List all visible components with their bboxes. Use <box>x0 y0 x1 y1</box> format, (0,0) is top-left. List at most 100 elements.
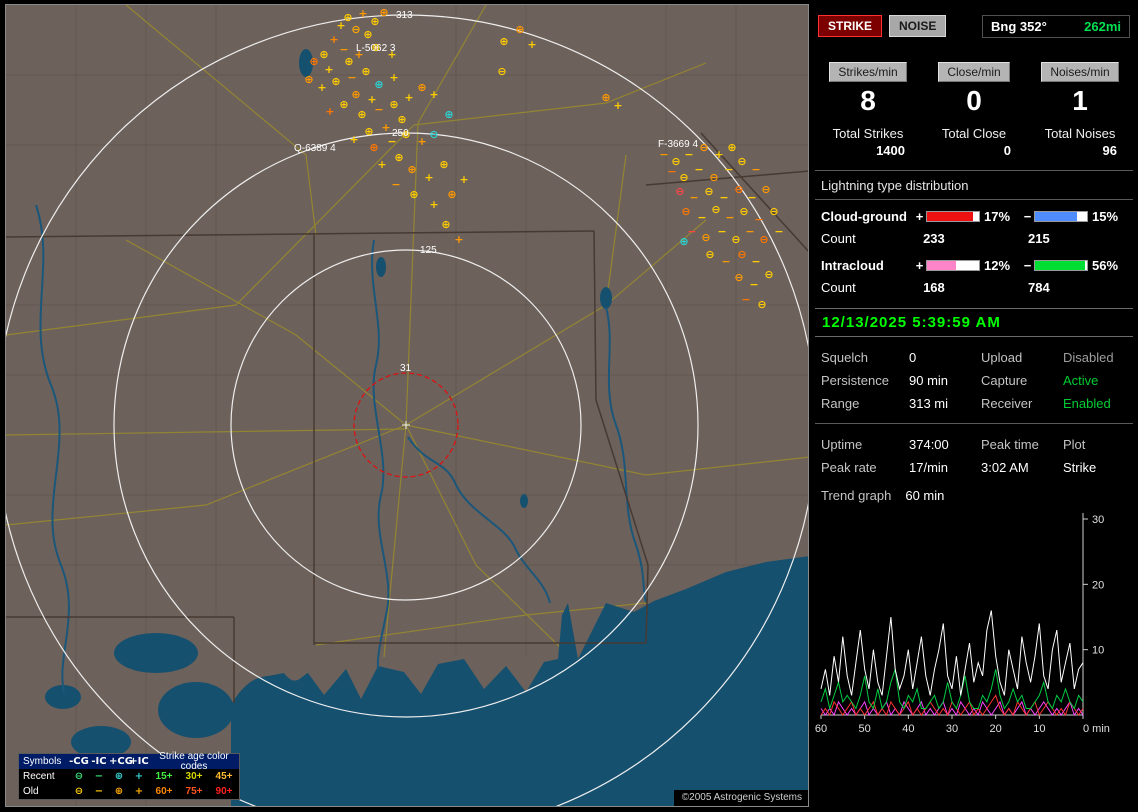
ic-negative-bar <box>1034 260 1088 271</box>
peak-time-label: Peak time <box>981 437 1039 452</box>
strike-symbol: ⊖ <box>759 233 768 246</box>
legend-row-label: Recent <box>23 770 55 782</box>
peak-rate-label: Peak rate <box>821 460 877 475</box>
strike-symbol: ⊕ <box>370 15 379 28</box>
strike-symbol: − <box>741 293 750 306</box>
strike-symbol: ⊖ <box>734 271 743 284</box>
map-canvas[interactable]: ⊕ +⊕⊖⊕+⊕+⊕ −⊕+⊕+⊕+⊕+ ⊕ − ⊕⊕+⊕ +⊕+ ⊕ − ⊕+⊕+⊕⊕+⊕+⊕ −… <box>6 5 809 807</box>
storm-cell-label: L-5062 3 <box>356 43 396 54</box>
strike-symbol: + <box>424 171 433 184</box>
age-code: 90+ <box>215 785 233 797</box>
age-code: 60+ <box>155 785 173 797</box>
strike-symbol: ⊕ <box>363 28 372 41</box>
strike-symbol: ⊕ <box>379 6 388 19</box>
range-ring-label: 125 <box>420 245 437 256</box>
legend-type-header: -CG <box>69 755 89 767</box>
neg-cg-icon: ⊖ <box>74 785 84 797</box>
mode-toolbar: STRIKE NOISE Bng 352° 262mi <box>818 14 1130 38</box>
strike-symbol: ⊖ <box>769 205 778 218</box>
strike-symbol: − <box>751 163 760 176</box>
upload-label: Upload <box>981 350 1023 365</box>
bearing-readout: Bng 352° 262mi <box>982 14 1130 38</box>
strike-symbol: + <box>527 38 536 51</box>
legend-symbols-header: Symbols <box>23 755 62 767</box>
cloud-ground-count-row: Count 233 215 <box>821 231 1133 246</box>
storm-cell-label: Q-6389 4 <box>294 143 336 154</box>
strike-symbol: − <box>689 191 698 204</box>
plus-sign: + <box>915 209 924 224</box>
divider <box>815 170 1133 171</box>
neg-ic-icon: − <box>94 785 104 797</box>
intracloud-count-row: Count 168 784 <box>821 280 1133 295</box>
trend-x-tick: 50 <box>859 723 871 735</box>
trend-series-close-rate <box>820 694 1084 717</box>
legend-row-old: Old ⊖ − ⊕ + 60+ 75+ 90+ <box>19 784 239 799</box>
strike-symbol: + <box>377 158 386 171</box>
strike-symbol: + <box>349 133 358 146</box>
cg-positive-bar <box>926 211 980 222</box>
squelch-label: Squelch <box>821 350 868 365</box>
strike-symbol: ⊖ <box>734 183 743 196</box>
strike-symbol: ⊕ <box>344 55 353 68</box>
total-close-value: 0 <box>1003 143 1011 158</box>
strike-symbol: − <box>694 163 703 176</box>
noise-mode-button[interactable]: NOISE <box>889 15 947 37</box>
strike-symbol: ⊕ <box>389 98 398 111</box>
strike-symbol: ⊕ <box>374 78 383 91</box>
strike-symbol: ⊖ <box>497 65 506 78</box>
strike-symbol: + <box>317 81 326 94</box>
ic-negative-percent: 56% <box>1092 258 1119 273</box>
close-per-min-chip[interactable]: Close/min <box>938 62 1010 82</box>
session-stats-table: Uptime 374:00 Peak time Plot Peak rate 1… <box>821 437 1133 475</box>
distance-value: 262mi <box>1084 18 1121 34</box>
cg-positive-percent: 17% <box>984 209 1011 224</box>
strike-symbol: + <box>417 135 426 148</box>
noises-per-min-chip[interactable]: Noises/min <box>1041 62 1119 82</box>
noises-per-min-value: 1 <box>1072 85 1088 116</box>
copyright-text: ©2005 Astrogenic Systems <box>673 790 808 806</box>
bar-fill <box>927 212 973 221</box>
strike-symbol: ⊖ <box>739 205 748 218</box>
strike-symbol: + <box>454 233 463 246</box>
strike-symbol: ⊕ <box>304 73 313 86</box>
pos-cg-icon: ⊕ <box>114 770 124 782</box>
strike-symbol: ⊕ <box>601 91 610 104</box>
minus-sign: − <box>1023 209 1032 224</box>
receiver-value: Enabled <box>1063 396 1111 411</box>
strike-symbol: ⊖ <box>699 141 708 154</box>
persistence-value: 90 min <box>909 373 949 388</box>
strike-symbol: + <box>329 33 338 46</box>
plot-label: Plot <box>1063 437 1086 452</box>
pos-ic-icon: + <box>134 770 144 782</box>
trend-graph-label: Trend graph <box>821 488 892 503</box>
strike-symbol: − <box>717 225 726 238</box>
strike-symbol: ⊕ <box>515 23 524 36</box>
trend-x-tick: 60 <box>815 723 827 735</box>
strike-symbol: ⊖ <box>679 171 688 184</box>
strike-symbol: ⊕ <box>407 163 416 176</box>
strike-symbol: ⊖ <box>704 185 713 198</box>
legend-row-recent: Recent ⊖ − ⊕ + 15+ 30+ 45+ <box>19 769 239 784</box>
strikes-per-min-chip[interactable]: Strikes/min <box>829 62 907 82</box>
strike-symbol: ⊖ <box>709 171 718 184</box>
lightning-map[interactable]: ⊕ + ⊕ ⊖ ⊕ + ⊕ + ⊕ − ⊕ + ⊕ + ⊕ + ⊕ + ⊕ − ⊕ ⊕ + ⊕ + ⊕ + ⊕ − ⊕ + ⊕ + ⊕ ⊕ + ⊕ + ⊕ −… <box>5 4 809 807</box>
strike-symbol: ⊖ <box>757 298 766 311</box>
strike-symbol: + <box>358 7 367 20</box>
trend-x-tick: 10 <box>1033 723 1045 735</box>
plot-mode-value: Strike <box>1063 460 1097 475</box>
uptime-value: 374:00 <box>909 437 949 452</box>
age-code: 30+ <box>185 770 203 782</box>
app-window: ⊕ + ⊕ ⊖ ⊕ + ⊕ + ⊕ − ⊕ + ⊕ + ⊕ + ⊕ + ⊕ − ⊕ ⊕ + ⊕ + ⊕ + ⊕ − ⊕ + ⊕ + ⊕ ⊕ + ⊕ + ⊕ −… <box>0 0 1138 812</box>
strike-symbol: ⊖ <box>761 183 770 196</box>
strike-symbol: ⊕ <box>319 48 328 61</box>
strike-symbol: ⊕ <box>441 218 450 231</box>
distribution-title: Lightning type distribution <box>821 178 969 193</box>
receiver-label: Receiver <box>981 396 1033 411</box>
strike-symbol: ⊖ <box>737 248 746 261</box>
range-ring-label: 313 <box>396 10 413 21</box>
strike-symbol: + <box>404 91 413 104</box>
strike-mode-button[interactable]: STRIKE <box>818 15 883 37</box>
plus-sign: + <box>915 258 924 273</box>
strike-symbol: ⊖ <box>711 203 720 216</box>
strike-symbol: − <box>697 211 706 224</box>
